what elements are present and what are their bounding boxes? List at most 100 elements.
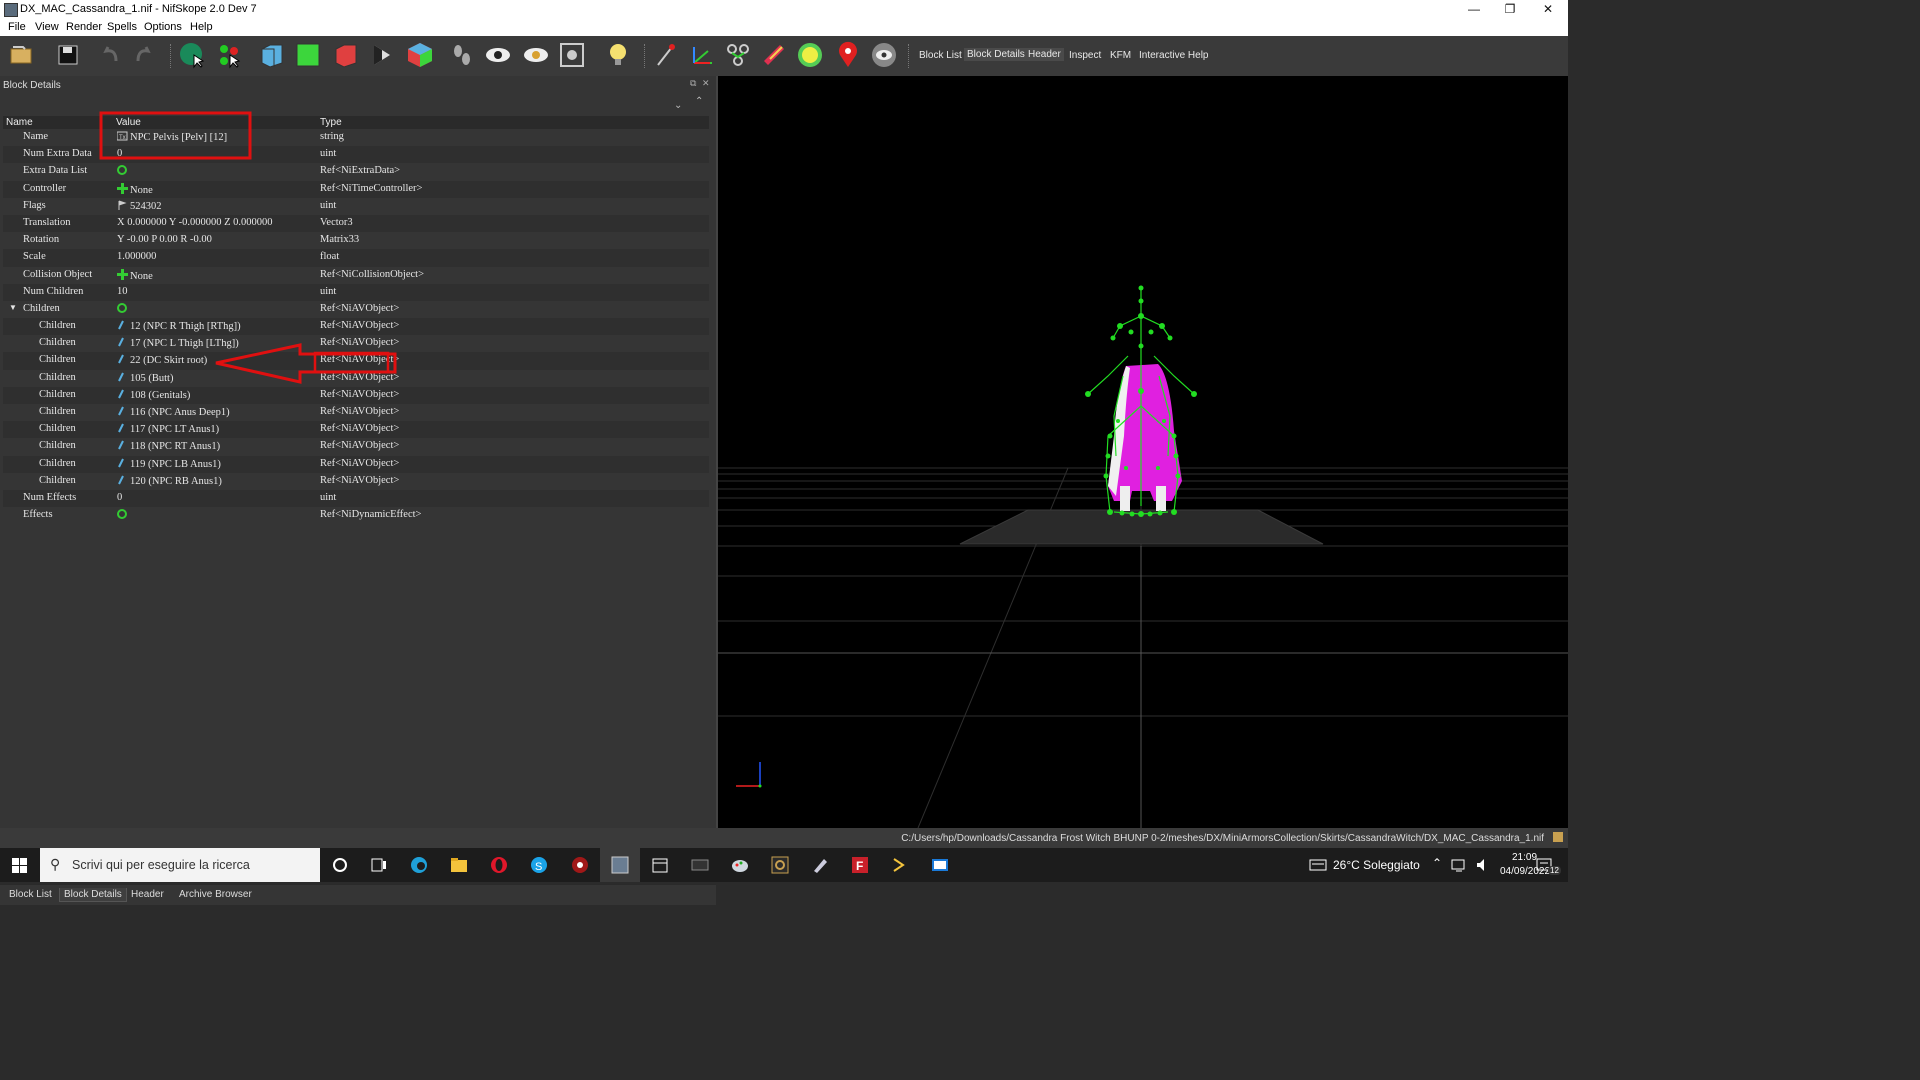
minimize-button[interactable]: — bbox=[1456, 0, 1492, 18]
row-value-cell[interactable]: 524302 bbox=[117, 200, 162, 212]
opera-icon[interactable] bbox=[490, 856, 508, 874]
row-value-cell[interactable]: 108 (Genitals) bbox=[117, 389, 190, 401]
render-viewport[interactable] bbox=[718, 76, 1568, 828]
maximize-button[interactable]: ❐ bbox=[1492, 0, 1528, 18]
windows-start-icon[interactable] bbox=[12, 858, 27, 876]
menu-options[interactable]: Options bbox=[144, 21, 182, 33]
table-row[interactable]: Children 17 (NPC L Thigh [LThg]) Ref<NiAVO… bbox=[3, 335, 709, 352]
show-axes-icon[interactable] bbox=[652, 41, 680, 69]
row-value-cell[interactable]: 0 bbox=[117, 148, 122, 159]
show-collision-icon[interactable] bbox=[760, 41, 788, 69]
calendar-app-icon[interactable] bbox=[651, 856, 669, 874]
table-row[interactable]: Collision Object None Ref<NiCollisionObjec… bbox=[3, 267, 709, 284]
bottom-tab-header[interactable]: Header bbox=[127, 888, 168, 901]
edge-icon[interactable] bbox=[410, 856, 428, 874]
table-row[interactable]: ▼ Children Ref<NiAVObject> bbox=[3, 301, 709, 318]
menu-spells[interactable]: Spells bbox=[107, 21, 137, 33]
tab-block-details[interactable]: Block Details bbox=[964, 48, 1028, 61]
table-row[interactable]: Children 120 (NPC RB Anus1) Ref<NiAVObject… bbox=[3, 473, 709, 490]
table-row[interactable]: Children 117 (NPC LT Anus1) Ref<NiAVObject… bbox=[3, 421, 709, 439]
row-value-cell[interactable]: 118 (NPC RT Anus1) bbox=[117, 440, 220, 452]
row-value-cell[interactable]: 116 (NPC Anus Deep1) bbox=[117, 406, 230, 418]
table-row[interactable]: Children 105 (Butt) Ref<NiAVObject> bbox=[3, 370, 709, 387]
filezilla-icon[interactable]: F bbox=[851, 856, 869, 874]
table-row[interactable]: Num Extra Data 0 uint bbox=[3, 146, 709, 164]
cortana-icon[interactable] bbox=[331, 856, 349, 874]
table-row[interactable]: Effects Ref<NiDynamicEffect> bbox=[3, 507, 709, 524]
bottom-tab-archive-browser[interactable]: Archive Browser bbox=[175, 888, 256, 901]
row-value-cell[interactable]: 105 (Butt) bbox=[117, 372, 173, 384]
table-row[interactable]: Scale 1.000000 float bbox=[3, 249, 709, 267]
close-button[interactable]: ✕ bbox=[1530, 0, 1566, 18]
terminal-app-icon[interactable] bbox=[691, 856, 709, 874]
select-vertex-icon[interactable] bbox=[216, 41, 244, 69]
row-value-cell[interactable]: None bbox=[117, 182, 153, 196]
show-markers-icon[interactable] bbox=[834, 41, 862, 69]
weather-text[interactable]: 26°C Soleggiato bbox=[1333, 858, 1420, 872]
menu-view[interactable]: View bbox=[35, 21, 59, 33]
tray-chevron-icon[interactable]: ⌃ bbox=[1432, 856, 1442, 870]
row-value-cell[interactable]: 117 (NPC LT Anus1) bbox=[117, 423, 219, 435]
show-visible-icon[interactable] bbox=[522, 41, 550, 69]
window-app-icon[interactable] bbox=[931, 856, 949, 874]
redo-icon[interactable] bbox=[130, 41, 158, 69]
row-value-cell[interactable] bbox=[117, 165, 130, 177]
collapse-all-icon[interactable]: ⌄ bbox=[674, 100, 682, 111]
game-app-icon[interactable] bbox=[571, 856, 589, 874]
clock-time[interactable]: 21:09 bbox=[1512, 852, 1537, 863]
row-value-cell[interactable]: 0 bbox=[117, 492, 122, 503]
show-constraints-icon[interactable] bbox=[796, 41, 824, 69]
row-value-cell[interactable] bbox=[117, 302, 130, 315]
view-flip-icon[interactable] bbox=[368, 41, 396, 69]
col-type-header[interactable]: Type bbox=[320, 117, 342, 128]
table-row[interactable]: Name Tx NPC Pelvis [Pelv] [12] string bbox=[3, 129, 709, 146]
row-value-cell[interactable]: Y -0.00 P 0.00 R -0.00 bbox=[117, 234, 212, 245]
table-row[interactable]: Children 118 (NPC RT Anus1) Ref<NiAVObject… bbox=[3, 438, 709, 455]
view-front-icon[interactable] bbox=[258, 41, 286, 69]
table-row[interactable]: Children 119 (NPC LB Anus1) Ref<NiAVObject… bbox=[3, 455, 709, 473]
show-nodes-icon[interactable] bbox=[688, 41, 716, 69]
nifskope-taskbar-item[interactable] bbox=[600, 848, 640, 882]
float-icon[interactable]: ⧉ bbox=[690, 78, 696, 89]
col-name-header[interactable]: Name bbox=[6, 117, 33, 128]
menu-render[interactable]: Render bbox=[66, 21, 102, 33]
table-row[interactable]: Translation X 0.000000 Y -0.000000 Z 0.00… bbox=[3, 214, 709, 233]
row-value-cell[interactable]: 1.000000 bbox=[117, 251, 156, 262]
row-value-cell[interactable]: 12 (NPC R Thigh [RThg]) bbox=[117, 320, 241, 332]
table-row[interactable]: Controller None Ref<NiTimeController> bbox=[3, 180, 709, 198]
row-value-cell[interactable]: 22 (DC Skirt root) bbox=[117, 354, 207, 366]
col-value-header[interactable]: Value bbox=[116, 117, 141, 128]
undo-icon[interactable] bbox=[96, 41, 124, 69]
table-row[interactable]: Extra Data List Ref<NiExtraData> bbox=[3, 163, 709, 180]
show-hidden-objects-icon[interactable] bbox=[870, 41, 898, 69]
table-row[interactable]: Rotation Y -0.00 P 0.00 R -0.00 Matrix33 bbox=[3, 232, 709, 249]
file-explorer-icon[interactable] bbox=[450, 856, 468, 874]
tab-inspect[interactable]: Inspect bbox=[1069, 50, 1101, 61]
table-row[interactable]: Num Effects 0 uint bbox=[3, 489, 709, 508]
paint-app-icon[interactable] bbox=[731, 856, 749, 874]
open-file-icon[interactable] bbox=[8, 41, 36, 69]
network-icon[interactable] bbox=[1450, 856, 1468, 874]
table-row[interactable]: Flags 524302 uint bbox=[3, 198, 709, 215]
row-value-cell[interactable]: 120 (NPC RB Anus1) bbox=[117, 475, 222, 487]
lighting-icon[interactable] bbox=[604, 41, 632, 69]
tab-interactive-help[interactable]: Interactive Help bbox=[1139, 50, 1208, 61]
view-top-icon[interactable] bbox=[294, 41, 322, 69]
row-value-cell[interactable]: 17 (NPC L Thigh [LThg]) bbox=[117, 337, 239, 349]
taskbar-search[interactable]: ⚲ Scrivi qui per eseguire la ricerca bbox=[40, 848, 320, 882]
bottom-tab-block-list[interactable]: Block List bbox=[5, 888, 56, 901]
show-hidden-icon[interactable] bbox=[484, 41, 512, 69]
row-value-cell[interactable]: 119 (NPC LB Anus1) bbox=[117, 458, 221, 470]
table-row[interactable]: Children 116 (NPC Anus Deep1) Ref<NiAVObje… bbox=[3, 404, 709, 421]
volume-icon[interactable] bbox=[1474, 856, 1492, 874]
bottom-tab-block-details[interactable]: Block Details bbox=[59, 888, 127, 902]
screenshot-icon[interactable] bbox=[558, 41, 586, 69]
show-bones-icon[interactable] bbox=[724, 41, 752, 69]
view-user-icon[interactable] bbox=[406, 41, 434, 69]
close-dock-icon[interactable]: ✕ bbox=[702, 78, 710, 89]
tab-block-list[interactable]: Block List bbox=[919, 50, 962, 61]
task-view-icon[interactable] bbox=[370, 856, 388, 874]
save-icon[interactable] bbox=[54, 41, 82, 69]
blender-app-icon[interactable] bbox=[771, 856, 789, 874]
tab-kfm[interactable]: KFM bbox=[1110, 50, 1131, 61]
